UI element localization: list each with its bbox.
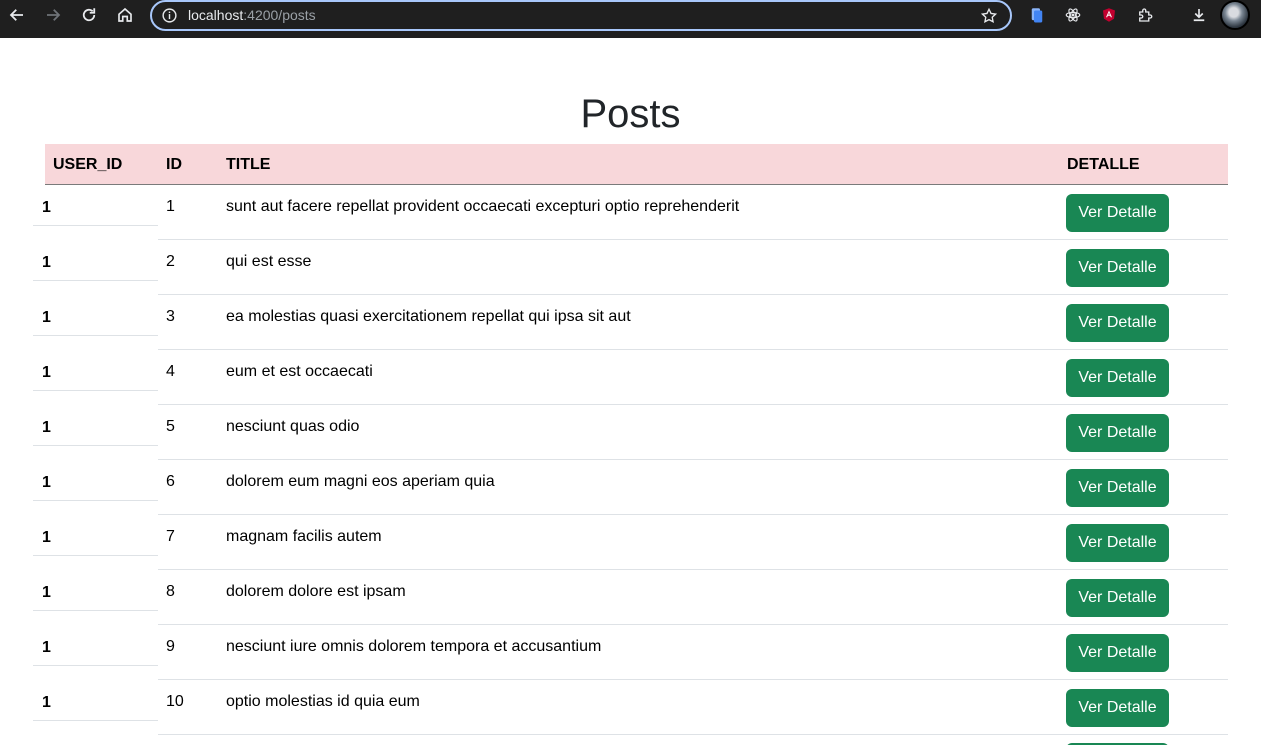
user-id-cell: 1: [33, 625, 158, 666]
post-cell: 6 dolorem eum magni eos aperiam quia Ver…: [158, 460, 1228, 515]
user-id-value: 1: [42, 419, 51, 436]
user-id-cell: 1: [33, 680, 158, 721]
angular-devtools-icon[interactable]: [1098, 4, 1120, 26]
download-icon[interactable]: [1188, 4, 1210, 26]
post-title: dolorem eum magni eos aperiam quia: [226, 473, 495, 490]
ver-detalle-button[interactable]: Ver Detalle: [1066, 414, 1169, 452]
user-id-cell: 1: [33, 185, 158, 226]
table-row: 1 9 nesciunt iure omnis dolorem tempora …: [0, 625, 1261, 680]
info-icon[interactable]: [161, 7, 178, 24]
post-id: 5: [166, 418, 175, 435]
post-cell: 3 ea molestias quasi exercitationem repe…: [158, 295, 1228, 350]
table-header: USER_ID ID TITLE DETALLE: [45, 144, 1228, 185]
ver-detalle-button[interactable]: Ver Detalle: [1066, 359, 1169, 397]
post-id: 9: [166, 638, 175, 655]
post-cell: 10 optio molestias id quia eum Ver Detal…: [158, 680, 1228, 735]
file-extension-icon[interactable]: [1026, 4, 1048, 26]
address-url[interactable]: localhost:4200/posts: [188, 7, 316, 24]
post-id: 4: [166, 363, 175, 380]
profile-avatar[interactable]: [1220, 0, 1250, 30]
user-id-value: 1: [42, 584, 51, 601]
table-row: 1 3 ea molestias quasi exercitationem re…: [0, 295, 1261, 350]
post-id: 3: [166, 308, 175, 325]
table-row: 1 8 dolorem dolore est ipsam Ver Detalle: [0, 570, 1261, 625]
post-cell: 1 sunt aut facere repellat provident occ…: [158, 185, 1228, 240]
post-id: 8: [166, 583, 175, 600]
user-id-cell: 1: [33, 460, 158, 501]
url-path: :4200/posts: [243, 7, 316, 23]
table-row-partial: [0, 735, 1261, 745]
home-icon[interactable]: [112, 4, 138, 26]
post-cell: 4 eum et est occaecati Ver Detalle: [158, 350, 1228, 405]
post-title: ea molestias quasi exercitationem repell…: [226, 308, 631, 325]
table-row: 1 4 eum et est occaecati Ver Detalle: [0, 350, 1261, 405]
post-title: nesciunt iure omnis dolorem tempora et a…: [226, 638, 602, 655]
address-bar[interactable]: localhost:4200/posts: [150, 0, 1012, 31]
page-title: Posts: [580, 92, 681, 136]
ver-detalle-button[interactable]: Ver Detalle: [1066, 469, 1169, 507]
post-id: 2: [166, 253, 175, 270]
react-devtools-icon[interactable]: [1062, 4, 1084, 26]
user-id-value: 1: [42, 254, 51, 271]
post-cell: 8 dolorem dolore est ipsam Ver Detalle: [158, 570, 1228, 625]
table-row: 1 1 sunt aut facere repellat provident o…: [0, 185, 1261, 240]
post-cell: 7 magnam facilis autem Ver Detalle: [158, 515, 1228, 570]
column-header-user-id: USER_ID: [53, 156, 123, 173]
table-row: 1 5 nesciunt quas odio Ver Detalle: [0, 405, 1261, 460]
ver-detalle-button[interactable]: Ver Detalle: [1066, 304, 1169, 342]
user-id-cell: 1: [33, 295, 158, 336]
post-title: optio molestias id quia eum: [226, 693, 420, 710]
post-id: 10: [166, 693, 184, 710]
post-title: nesciunt quas odio: [226, 418, 360, 435]
ver-detalle-button[interactable]: Ver Detalle: [1066, 634, 1169, 672]
forward-arrow-icon[interactable]: [40, 4, 66, 26]
table-row: 1 2 qui est esse Ver Detalle: [0, 240, 1261, 295]
user-id-cell: 1: [33, 350, 158, 391]
column-header-detalle: DETALLE: [1067, 156, 1140, 173]
browser-toolbar: localhost:4200/posts: [0, 0, 1261, 38]
column-header-title: TITLE: [226, 156, 271, 173]
post-id: 7: [166, 528, 175, 545]
ver-detalle-button[interactable]: Ver Detalle: [1066, 194, 1169, 232]
post-title: eum et est occaecati: [226, 363, 373, 380]
table-row: 1 7 magnam facilis autem Ver Detalle: [0, 515, 1261, 570]
user-id-cell: 1: [33, 515, 158, 556]
post-title: dolorem dolore est ipsam: [226, 583, 406, 600]
bookmark-star-icon[interactable]: [980, 7, 998, 25]
ver-detalle-button[interactable]: Ver Detalle: [1066, 689, 1169, 727]
back-arrow-icon[interactable]: [4, 4, 30, 26]
user-id-value: 1: [42, 639, 51, 656]
reload-icon[interactable]: [76, 4, 102, 26]
user-id-value: 1: [42, 364, 51, 381]
user-id-value: 1: [42, 529, 51, 546]
column-header-id: ID: [166, 156, 182, 173]
post-cell: 2 qui est esse Ver Detalle: [158, 240, 1228, 295]
post-title: magnam facilis autem: [226, 528, 382, 545]
user-id-value: 1: [42, 199, 51, 216]
post-title: qui est esse: [226, 253, 312, 270]
user-id-value: 1: [42, 309, 51, 326]
ver-detalle-button[interactable]: Ver Detalle: [1066, 579, 1169, 617]
puzzle-extensions-icon[interactable]: [1134, 4, 1156, 26]
post-title: sunt aut facere repellat provident occae…: [226, 198, 740, 215]
user-id-cell: 1: [33, 240, 158, 281]
table-row: 1 10 optio molestias id quia eum Ver Det…: [0, 680, 1261, 735]
post-cell: 9 nesciunt iure omnis dolorem tempora et…: [158, 625, 1228, 680]
user-id-value: 1: [42, 474, 51, 491]
post-cell: 5 nesciunt quas odio Ver Detalle: [158, 405, 1228, 460]
url-host: localhost: [188, 7, 244, 23]
user-id-value: 1: [42, 694, 51, 711]
ver-detalle-button[interactable]: Ver Detalle: [1066, 249, 1169, 287]
user-id-cell: 1: [33, 570, 158, 611]
post-id: 6: [166, 473, 175, 490]
ver-detalle-button[interactable]: Ver Detalle: [1066, 524, 1169, 562]
user-id-cell: 1: [33, 405, 158, 446]
post-id: 1: [166, 198, 175, 215]
table-row: 1 6 dolorem eum magni eos aperiam quia V…: [0, 460, 1261, 515]
